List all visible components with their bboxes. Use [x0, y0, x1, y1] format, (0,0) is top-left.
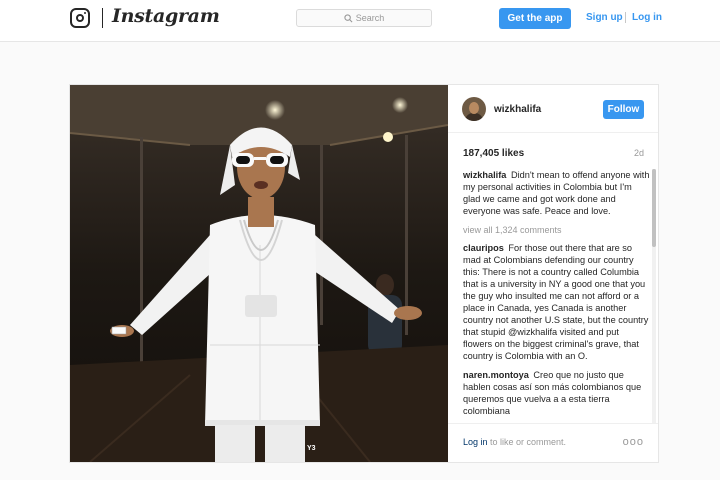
post-author-header: wizkhalifa Follow — [448, 85, 658, 133]
comments-scrollbar[interactable] — [652, 169, 656, 427]
camera-lens — [76, 14, 84, 22]
logo-divider — [102, 8, 103, 28]
get-the-app-button[interactable]: Get the app — [499, 8, 571, 29]
list-item: clauripos For those out there that are s… — [463, 242, 650, 362]
avatar-shirt — [465, 113, 483, 121]
comment-text: For those out there that are so mad at C… — [463, 243, 649, 361]
likes-count[interactable]: 187,405 likes — [463, 148, 524, 159]
search-placeholder: Search — [355, 13, 385, 23]
login-to-like-text: Log in to like or comment. — [463, 437, 566, 447]
camera-flash-dot — [84, 12, 86, 14]
avatar-face — [469, 102, 479, 114]
list-item: naren.montoya Creo que no justo que habl… — [463, 369, 650, 417]
post-age[interactable]: 2d — [634, 148, 644, 158]
search-icon — [344, 13, 353, 22]
top-nav: Instagram Search Get the app Sign up Log… — [0, 0, 720, 42]
post-photo[interactable]: Y3 — [70, 85, 448, 462]
photo-watermark: Y3 — [307, 445, 316, 452]
footer-login-link[interactable]: Log in — [463, 437, 488, 447]
scrollbar-thumb[interactable] — [652, 169, 656, 247]
follow-button[interactable]: Follow — [603, 100, 644, 119]
view-all-comments-link[interactable]: view all 1,324 comments — [463, 224, 650, 236]
instagram-glyph-icon[interactable] — [70, 8, 90, 28]
instagram-wordmark[interactable]: Instagram — [112, 5, 220, 27]
footer-login-rest: to like or comment. — [487, 437, 567, 447]
signup-link[interactable]: Sign up — [586, 12, 623, 23]
avatar[interactable] — [462, 97, 486, 121]
comment-username[interactable]: naren.montoya — [463, 370, 529, 380]
post-photo-illustration — [70, 85, 448, 462]
comments-list[interactable]: wizkhalifa Didn't mean to offend anyone … — [463, 169, 650, 427]
post-card: Y3 wizkhalifa Follow 187,405 likes 2d wi… — [69, 84, 659, 463]
author-username[interactable]: wizkhalifa — [494, 104, 541, 115]
caption: wizkhalifa Didn't mean to offend anyone … — [463, 169, 650, 217]
more-options-icon[interactable]: ooo — [623, 436, 644, 448]
login-link[interactable]: Log in — [632, 12, 662, 23]
auth-separator — [625, 12, 626, 23]
caption-username[interactable]: wizkhalifa — [463, 170, 506, 180]
comment-username[interactable]: clauripos — [463, 243, 504, 253]
post-footer: Log in to like or comment. ooo — [448, 423, 658, 462]
post-sidebar: wizkhalifa Follow 187,405 likes 2d wizkh… — [448, 85, 658, 462]
search-input[interactable]: Search — [296, 9, 432, 27]
